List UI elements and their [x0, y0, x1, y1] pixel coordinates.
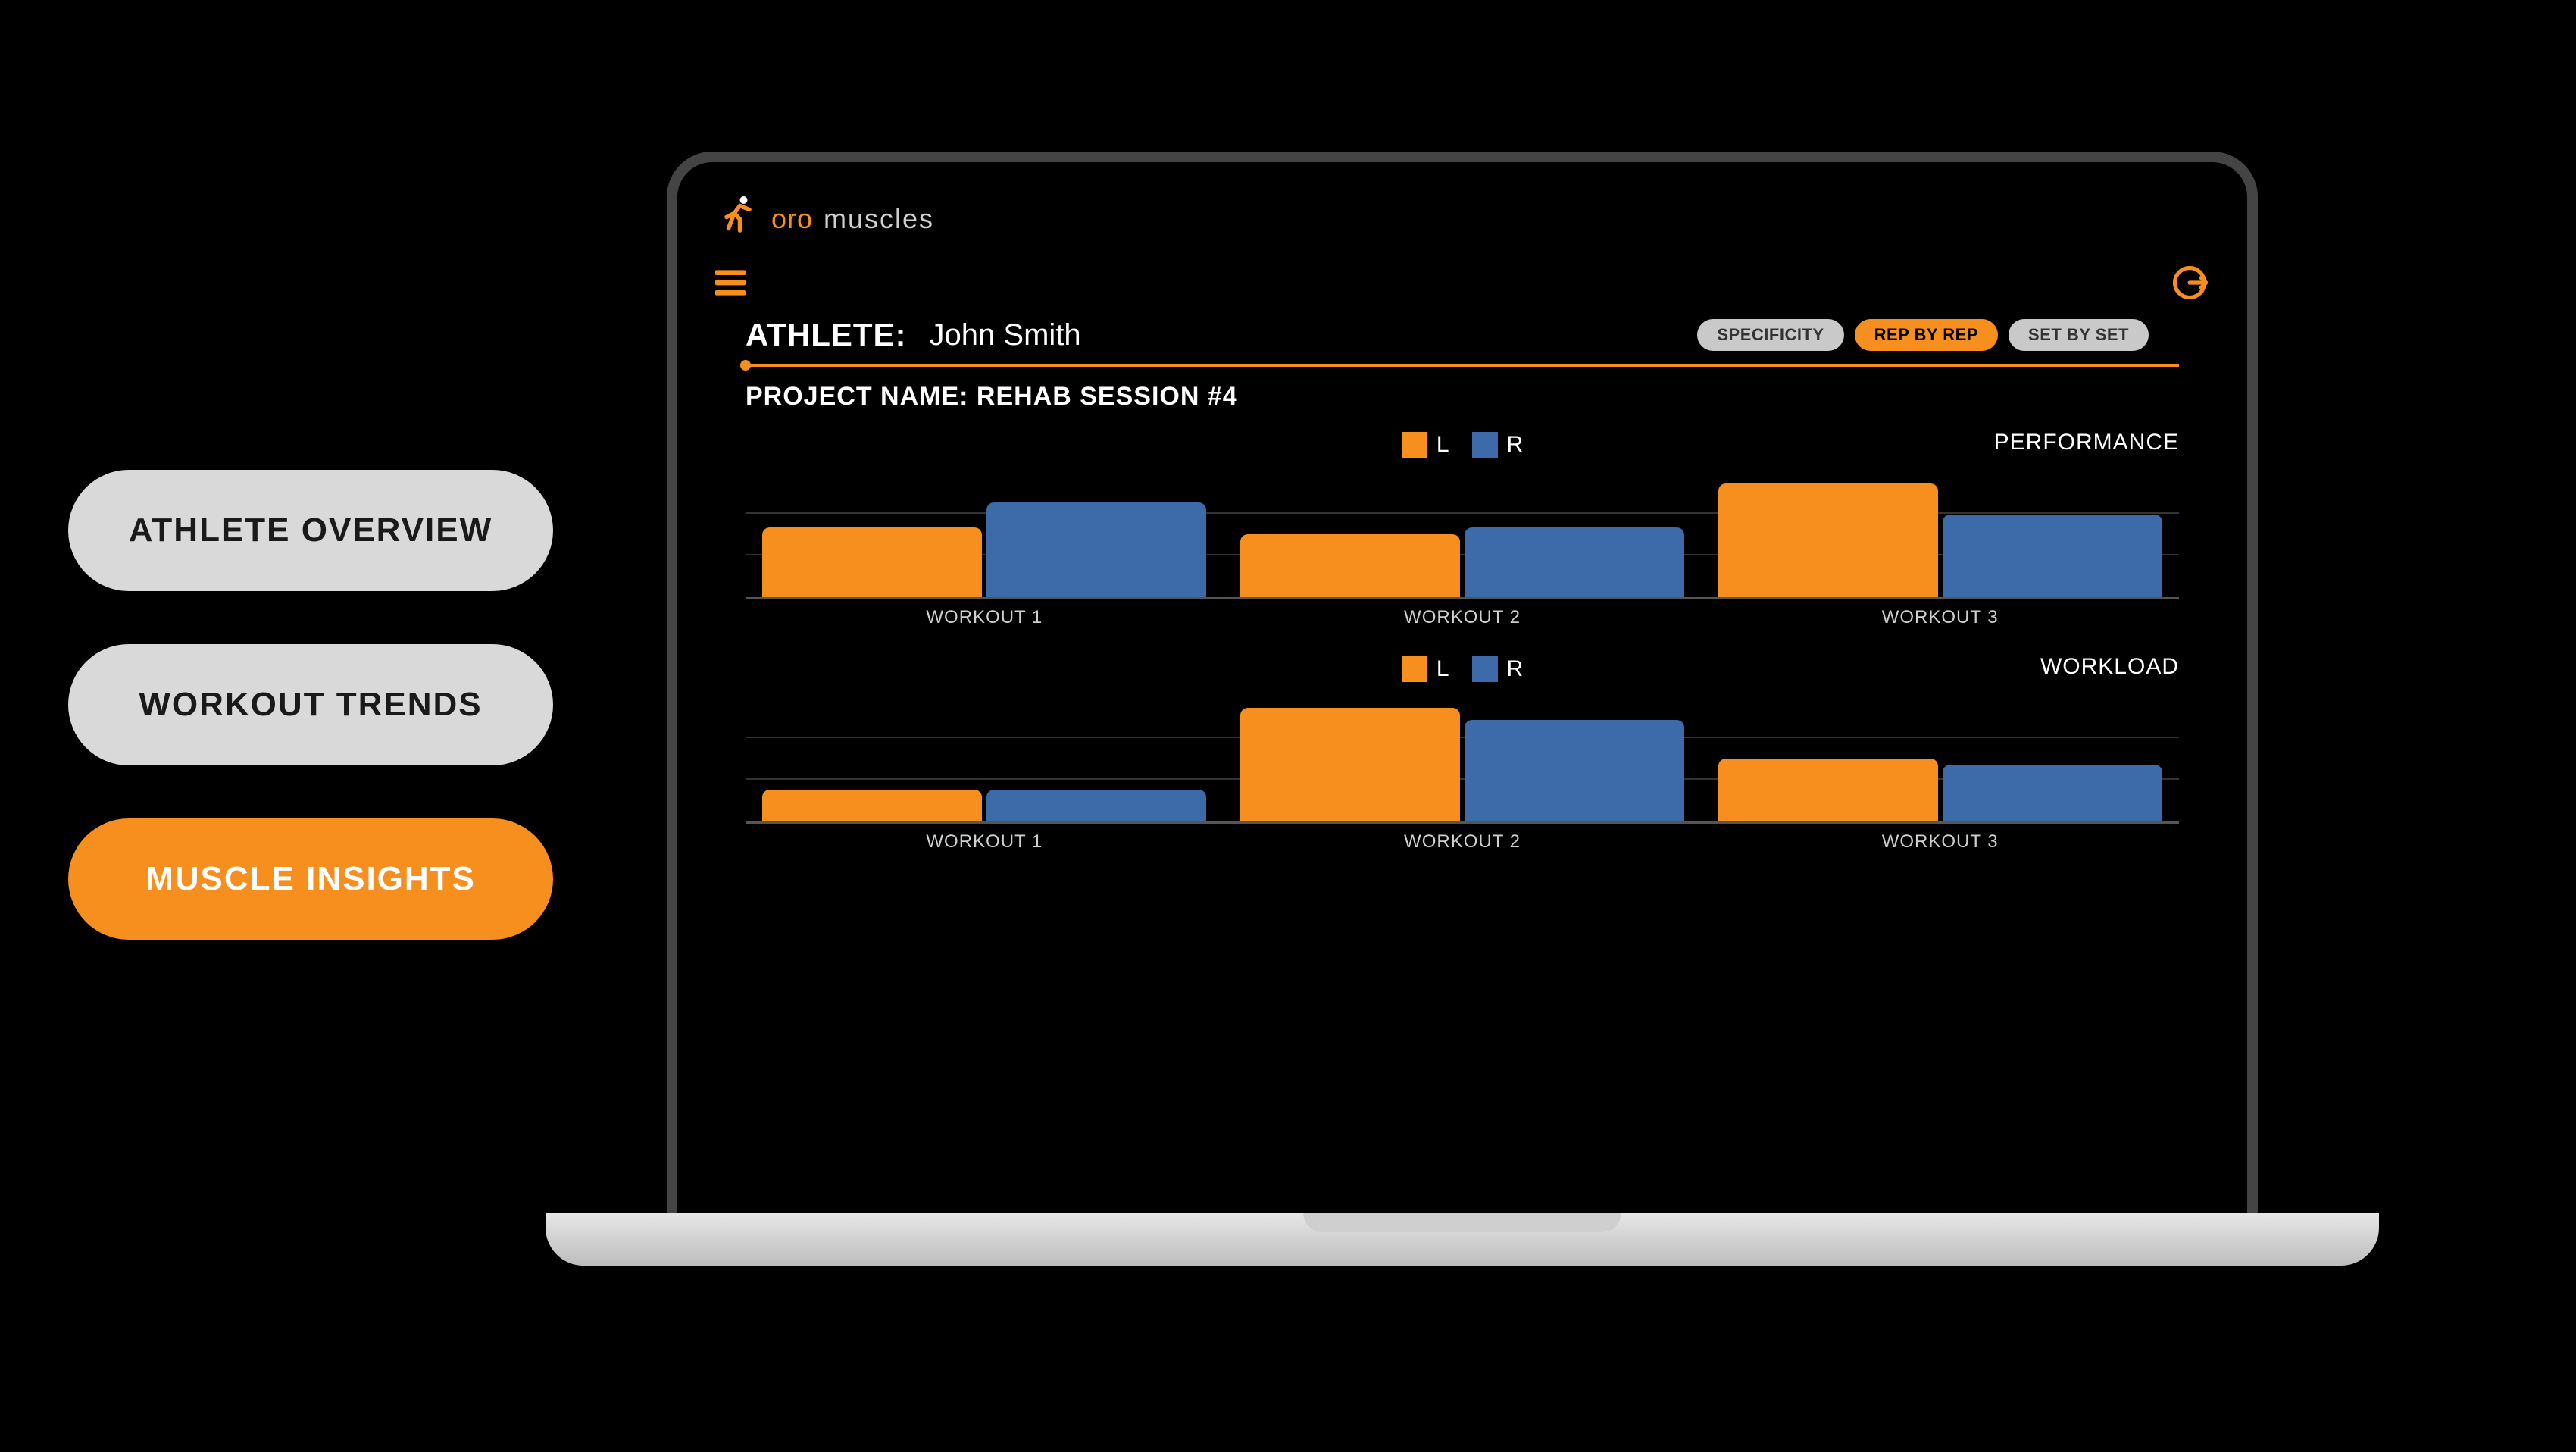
- chart-title-performance: PERFORMANCE: [1994, 430, 2179, 455]
- legend-R: R: [1507, 656, 1524, 682]
- xlabel: WORKOUT 3: [1701, 607, 2179, 628]
- xlabel: WORKOUT 1: [746, 607, 1224, 628]
- bar-L: [762, 527, 982, 597]
- workout-group: [1701, 695, 2179, 821]
- bar-R: [986, 790, 1206, 821]
- tab-set-by-set[interactable]: SET BY SET: [2009, 319, 2149, 351]
- xlabel: WORKOUT 2: [1224, 607, 1702, 628]
- chart-workload: L R WORKLOAD WORKOUT 1WORKOUT 2WORKOUT 3: [746, 651, 2179, 853]
- brand-muscles: muscles: [824, 203, 934, 235]
- bar-R: [1465, 720, 1684, 821]
- athlete-label: ATHLETE:: [746, 317, 907, 353]
- menu-icon[interactable]: [715, 269, 746, 300]
- project-name: PROJECT NAME: REHAB SESSION #4: [746, 382, 2209, 412]
- logout-icon[interactable]: [2170, 263, 2209, 306]
- bar-L: [762, 790, 982, 821]
- legend-L: L: [1436, 432, 1449, 458]
- legend: L R: [1402, 432, 1523, 458]
- nav-workout-trends[interactable]: WORKOUT TRENDS: [68, 644, 553, 765]
- bar-L: [1240, 708, 1460, 821]
- laptop-base: [546, 1213, 2379, 1266]
- view-tabs: SPECIFICITY REP BY REP SET BY SET: [1697, 319, 2149, 351]
- runner-icon: [715, 192, 761, 245]
- brand-oro: oro: [771, 203, 813, 235]
- workout-group: [746, 471, 1224, 597]
- workout-group: [1701, 471, 2179, 597]
- legend-swatch-R: [1472, 656, 1498, 682]
- bar-R: [1943, 765, 2162, 821]
- legend-swatch-L: [1402, 432, 1427, 458]
- workout-group: [1224, 695, 1702, 821]
- legend-swatch-L: [1402, 656, 1427, 682]
- bar-L: [1240, 534, 1460, 598]
- brand-logo: oro muscles: [715, 192, 2209, 245]
- workout-group: [1224, 471, 1702, 597]
- laptop-mock: oro muscles ATHLETE: John Smith SPECIFICI…: [667, 152, 2258, 1266]
- performance-plot: [746, 471, 2179, 599]
- bar-R: [1943, 515, 2162, 597]
- xlabel: WORKOUT 2: [1224, 831, 1702, 853]
- xlabel: WORKOUT 3: [1701, 831, 2179, 853]
- feature-nav: ATHLETE OVERVIEW WORKOUT TRENDS MUSCLE I…: [68, 470, 553, 940]
- workout-group: [746, 695, 1224, 821]
- bar-R: [1465, 527, 1684, 597]
- legend: L R: [1402, 656, 1523, 682]
- workload-plot: [746, 695, 2179, 824]
- xlabel: WORKOUT 1: [746, 831, 1224, 853]
- legend-swatch-R: [1472, 432, 1498, 458]
- workload-xlabels: WORKOUT 1WORKOUT 2WORKOUT 3: [746, 831, 2179, 853]
- chart-performance: L R PERFORMANCE WORKOUT 1WORKOUT 2WORKOU…: [746, 427, 2179, 628]
- tab-specificity[interactable]: SPECIFICITY: [1697, 319, 1843, 351]
- nav-muscle-insights[interactable]: MUSCLE INSIGHTS: [68, 818, 553, 940]
- performance-xlabels: WORKOUT 1WORKOUT 2WORKOUT 3: [746, 607, 2179, 628]
- athlete-name: John Smith: [930, 318, 1081, 352]
- toolbar: [715, 263, 2209, 306]
- laptop-screen: oro muscles ATHLETE: John Smith SPECIFICI…: [667, 152, 2258, 1213]
- divider: [746, 364, 2179, 367]
- bar-R: [986, 502, 1206, 597]
- athlete-row: ATHLETE: John Smith SPECIFICITY REP BY R…: [746, 317, 2209, 353]
- bar-L: [1718, 759, 1938, 822]
- legend-L: L: [1436, 656, 1449, 682]
- chart-title-workload: WORKLOAD: [2040, 654, 2179, 680]
- nav-athlete-overview[interactable]: ATHLETE OVERVIEW: [68, 470, 553, 591]
- bar-L: [1718, 483, 1938, 597]
- tab-rep-by-rep[interactable]: REP BY REP: [1855, 319, 1998, 351]
- legend-R: R: [1507, 432, 1524, 458]
